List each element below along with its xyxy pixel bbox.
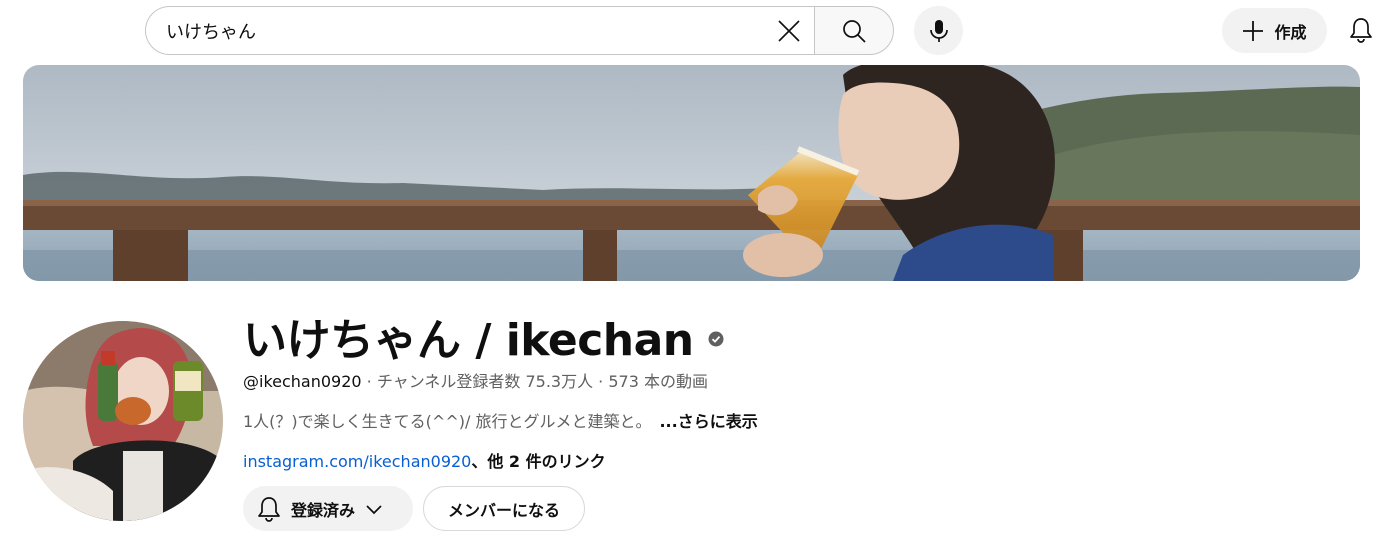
search-icon — [843, 19, 866, 43]
chevron-down-icon — [366, 504, 382, 514]
instagram-link[interactable]: instagram.com/ikechan0920 — [243, 452, 471, 471]
create-button[interactable]: 作成 — [1222, 8, 1327, 53]
subscribed-label: 登録済み — [291, 500, 356, 520]
channel-name: いけちゃん / ikechan — [243, 304, 724, 368]
join-membership-button[interactable]: メンバーになる — [423, 486, 585, 531]
notifications-button[interactable] — [1343, 12, 1378, 48]
search-box[interactable]: いけちゃん — [145, 6, 815, 55]
channel-meta: @ikechan0920 · チャンネル登録者数 75.3万人 · 573 本の… — [243, 368, 708, 392]
search-input[interactable]: いけちゃん — [166, 18, 765, 44]
description-text: 1人(？)で楽しく生きてる(^^)/ 旅行とグルメと建築と。 — [243, 412, 652, 431]
plus-icon — [1243, 20, 1264, 41]
subscribed-button[interactable]: 登録済み — [243, 486, 413, 531]
voice-search-button[interactable] — [914, 6, 963, 55]
close-icon — [778, 19, 800, 42]
bell-icon — [1350, 18, 1372, 43]
video-count: 573 本の動画 — [608, 372, 708, 391]
verified-badge-icon — [708, 331, 724, 347]
channel-handle: @ikechan0920 — [243, 372, 362, 391]
clear-search-button[interactable] — [765, 7, 813, 55]
channel-title: いけちゃん / ikechan — [243, 315, 694, 366]
search-button[interactable] — [814, 6, 894, 55]
more-links-link[interactable]: 、他 2 件のリンク — [471, 452, 605, 471]
show-more-link[interactable]: ...さらに表示 — [659, 412, 757, 431]
bell-icon — [258, 496, 280, 522]
meta-separator: · — [593, 372, 609, 391]
microphone-icon — [929, 19, 948, 42]
channel-banner — [23, 65, 1360, 281]
member-label: メンバーになる — [447, 500, 560, 520]
channel-links: instagram.com/ikechan0920、他 2 件のリンク — [243, 448, 606, 472]
meta-separator: · — [361, 372, 377, 391]
channel-avatar[interactable] — [23, 321, 223, 521]
create-label: 作成 — [1274, 22, 1307, 42]
channel-description[interactable]: 1人(？)で楽しく生きてる(^^)/ 旅行とグルメと建築と。 ...さらに表示 — [243, 408, 758, 432]
subscriber-count: チャンネル登録者数 75.3万人 — [376, 372, 594, 391]
